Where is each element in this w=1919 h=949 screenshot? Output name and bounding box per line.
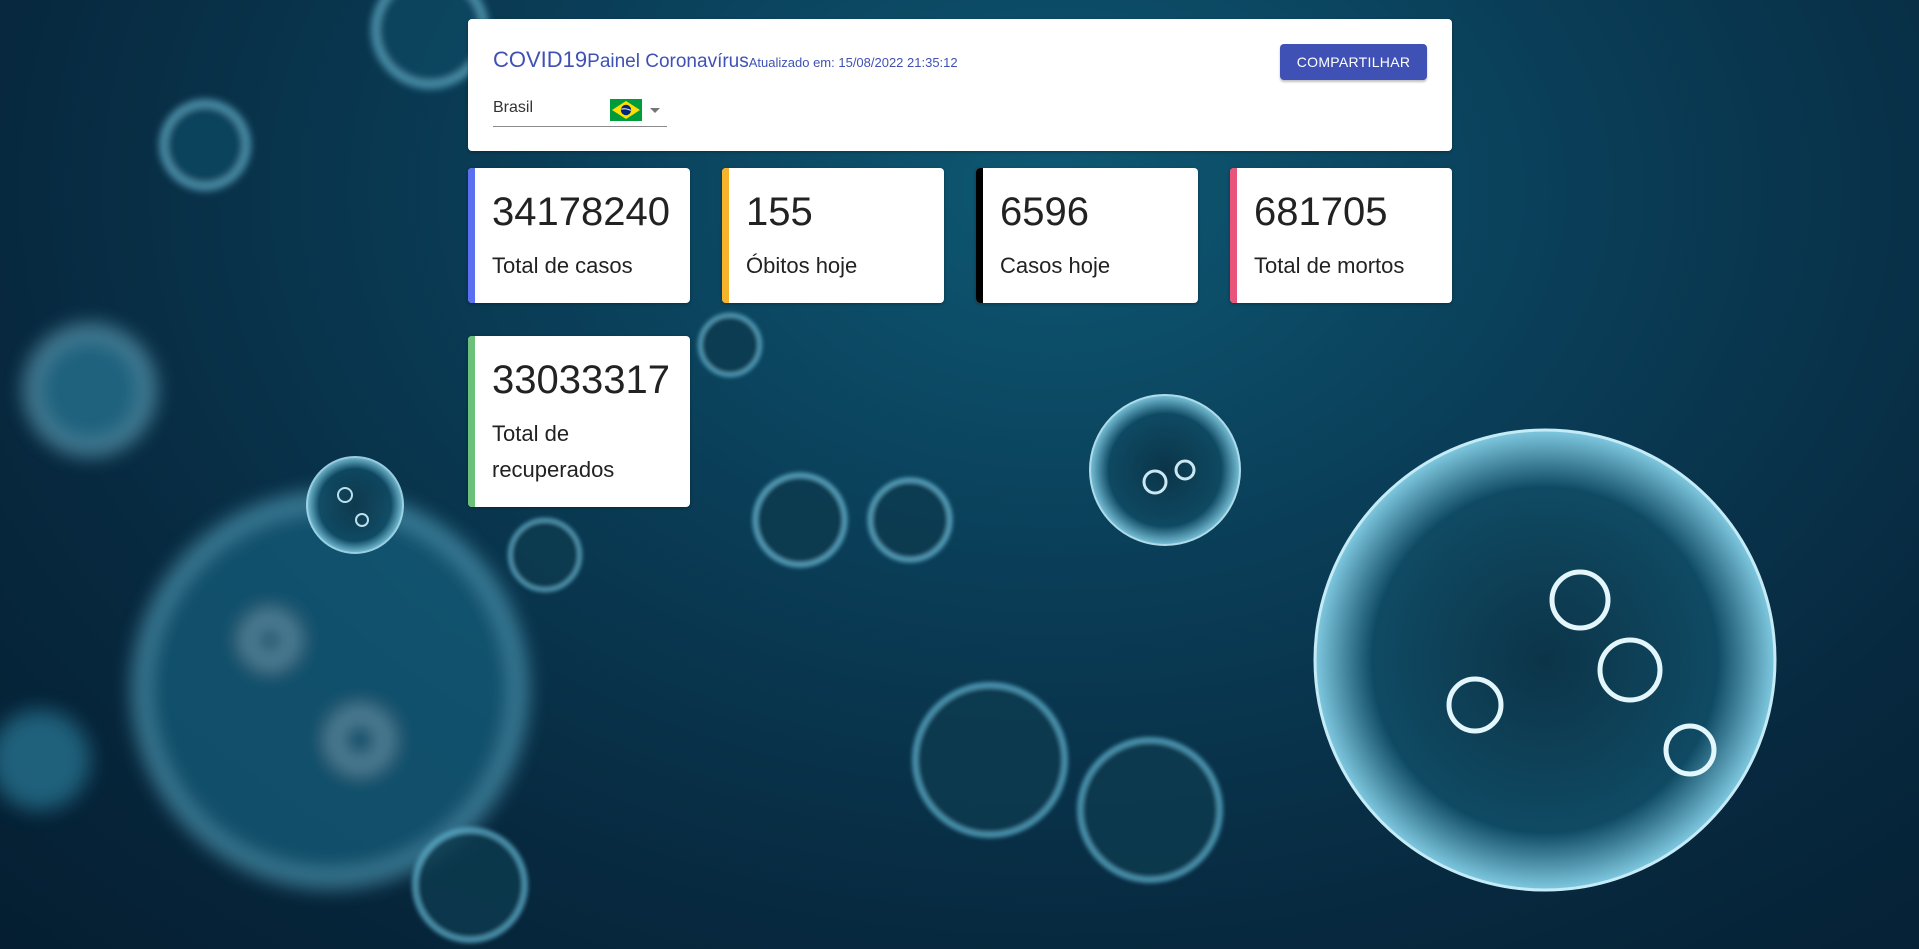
- dashboard-page: COVID19 Painel Coronavírus Atualizado em…: [0, 0, 1919, 949]
- stat-value: 155: [746, 190, 813, 234]
- stat-label: Casos hoje: [1000, 253, 1111, 278]
- stat-label: Óbitos hoje: [746, 253, 858, 278]
- stat-card-total-recovered: 33033317 Total de recuperados: [468, 336, 690, 507]
- stat-card-total-cases: 34178240 Total de casos: [468, 168, 690, 303]
- stat-value: 6596: [1000, 190, 1089, 234]
- stat-accent-bar: [722, 168, 729, 303]
- header-card: COVID19 Painel Coronavírus Atualizado em…: [468, 19, 1452, 151]
- country-select[interactable]: Brasil: [493, 93, 667, 127]
- stat-value: 681705: [1254, 190, 1388, 234]
- stat-accent-bar: [976, 168, 983, 303]
- updated-timestamp: Atualizado em: 15/08/2022 21:35:12: [748, 55, 958, 70]
- stat-label: Total de mortos: [1254, 253, 1405, 278]
- country-select-value: Brasil: [493, 99, 534, 116]
- stat-value: 33033317: [492, 358, 670, 402]
- stat-card-total-deaths: 681705 Total de mortos: [1230, 168, 1452, 303]
- chevron-down-icon: [650, 108, 660, 113]
- stat-accent-bar: [468, 168, 475, 303]
- stat-accent-bar: [1230, 168, 1237, 303]
- stat-label: Total de casos: [492, 253, 633, 278]
- brazil-flag-icon: [610, 99, 642, 121]
- stat-value: 34178240: [492, 190, 670, 234]
- stat-card-deaths-today: 155 Óbitos hoje: [722, 168, 944, 303]
- stat-card-cases-today: 6596 Casos hoje: [976, 168, 1198, 303]
- app-subtitle: Painel Coronavírus: [587, 51, 749, 72]
- app-title: COVID19: [493, 47, 588, 72]
- stat-accent-bar: [468, 336, 475, 507]
- title-row: COVID19 Painel Coronavírus Atualizado em…: [493, 47, 958, 73]
- share-button[interactable]: COMPARTILHAR: [1280, 44, 1427, 80]
- stat-label: Total de recuperados: [492, 421, 615, 482]
